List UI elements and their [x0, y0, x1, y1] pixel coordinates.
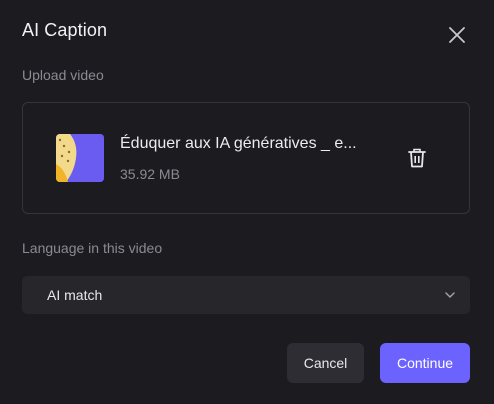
language-label: Language in this video: [22, 240, 163, 256]
close-icon: [449, 27, 465, 43]
file-name: Éduquer aux IA génératives _ e...: [120, 135, 357, 152]
trash-icon: [408, 148, 426, 168]
video-thumbnail: [56, 134, 104, 182]
language-select-value: AI match: [47, 287, 103, 303]
continue-button[interactable]: Continue: [380, 343, 470, 383]
language-select[interactable]: AI match: [22, 276, 470, 314]
delete-file-button[interactable]: [405, 146, 429, 170]
chevron-down-icon: [445, 292, 455, 298]
dialog-title: AI Caption: [22, 20, 108, 40]
close-button[interactable]: [444, 22, 470, 48]
ai-caption-dialog: AI Caption Upload video Éduquer aux IA g…: [0, 0, 494, 404]
cancel-button[interactable]: Cancel: [287, 343, 364, 383]
upload-file-card: Éduquer aux IA génératives _ e... 35.92 …: [22, 102, 470, 214]
file-size: 35.92 MB: [120, 166, 180, 182]
upload-video-label: Upload video: [22, 67, 104, 83]
